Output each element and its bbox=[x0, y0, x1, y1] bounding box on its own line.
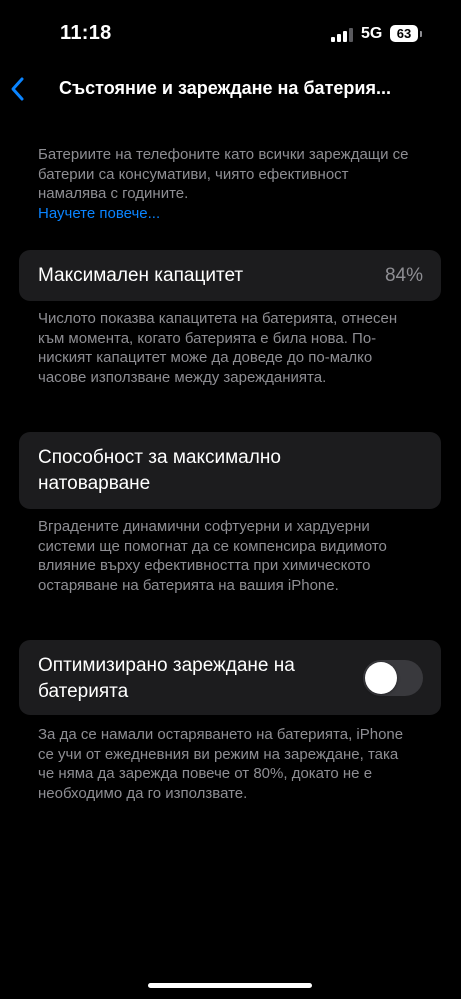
peak-performance-label: Способност за максимално натоварване bbox=[38, 447, 281, 494]
optimized-charging-label: Оптимизирано зареждане на батерията bbox=[38, 655, 295, 702]
status-time: 11:18 bbox=[60, 22, 112, 44]
battery-level: 63 bbox=[396, 26, 412, 41]
chevron-left-icon[interactable] bbox=[8, 74, 28, 104]
intro-text-block: Батериите на телефоните като всички заре… bbox=[38, 145, 418, 223]
signal-icon bbox=[331, 28, 355, 42]
optimized-charging-row: Оптимизирано зареждане на батерията bbox=[19, 640, 441, 715]
toggle-knob bbox=[365, 662, 397, 694]
battery-icon: 63 bbox=[390, 25, 418, 42]
battery-tip bbox=[420, 31, 422, 37]
peak-performance-row: Способност за максимално натоварване bbox=[19, 432, 441, 509]
intro-text: Батериите на телефоните като всички заре… bbox=[38, 146, 409, 202]
optimized-charging-note: За да се намали остаряването на батерият… bbox=[38, 726, 404, 802]
max-capacity-label: Максимален капацитет bbox=[38, 265, 244, 286]
navigation-bar: Състояние и зареждане на батерия... bbox=[0, 70, 461, 110]
optimized-charging-toggle[interactable] bbox=[363, 660, 423, 696]
learn-more-link[interactable]: Научете повече... bbox=[38, 204, 418, 224]
max-capacity-note: Числото показва капацитета на батерията,… bbox=[38, 310, 398, 386]
page-title: Състояние и зареждане на батерия... bbox=[59, 78, 391, 98]
max-capacity-row: Максимален капацитет 84% bbox=[19, 250, 441, 301]
max-capacity-value: 84% bbox=[384, 265, 423, 286]
network-type: 5G bbox=[361, 25, 383, 42]
peak-performance-note: Вградените динамични софтуерни и хардуер… bbox=[38, 518, 387, 594]
status-bar: 11:18 5G 63 bbox=[0, 0, 461, 70]
home-indicator[interactable] bbox=[148, 983, 312, 988]
